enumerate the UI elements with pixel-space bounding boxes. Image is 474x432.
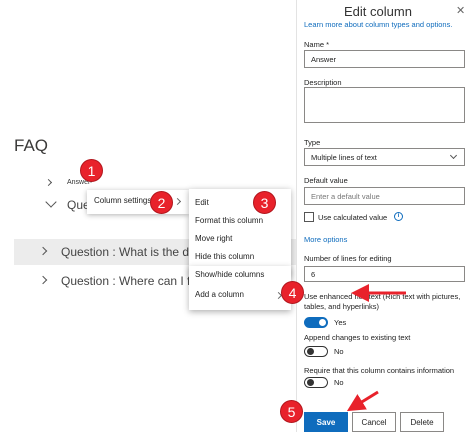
annotation-arrows bbox=[346, 284, 406, 412]
step-badge-2: 2 bbox=[150, 191, 173, 214]
step-badge-5: 5 bbox=[280, 400, 303, 423]
step-badge-1: 1 bbox=[80, 159, 103, 182]
arrow-to-save-button bbox=[346, 390, 379, 412]
step-badge-3: 3 bbox=[253, 191, 276, 214]
step-badge-4: 4 bbox=[281, 281, 304, 304]
